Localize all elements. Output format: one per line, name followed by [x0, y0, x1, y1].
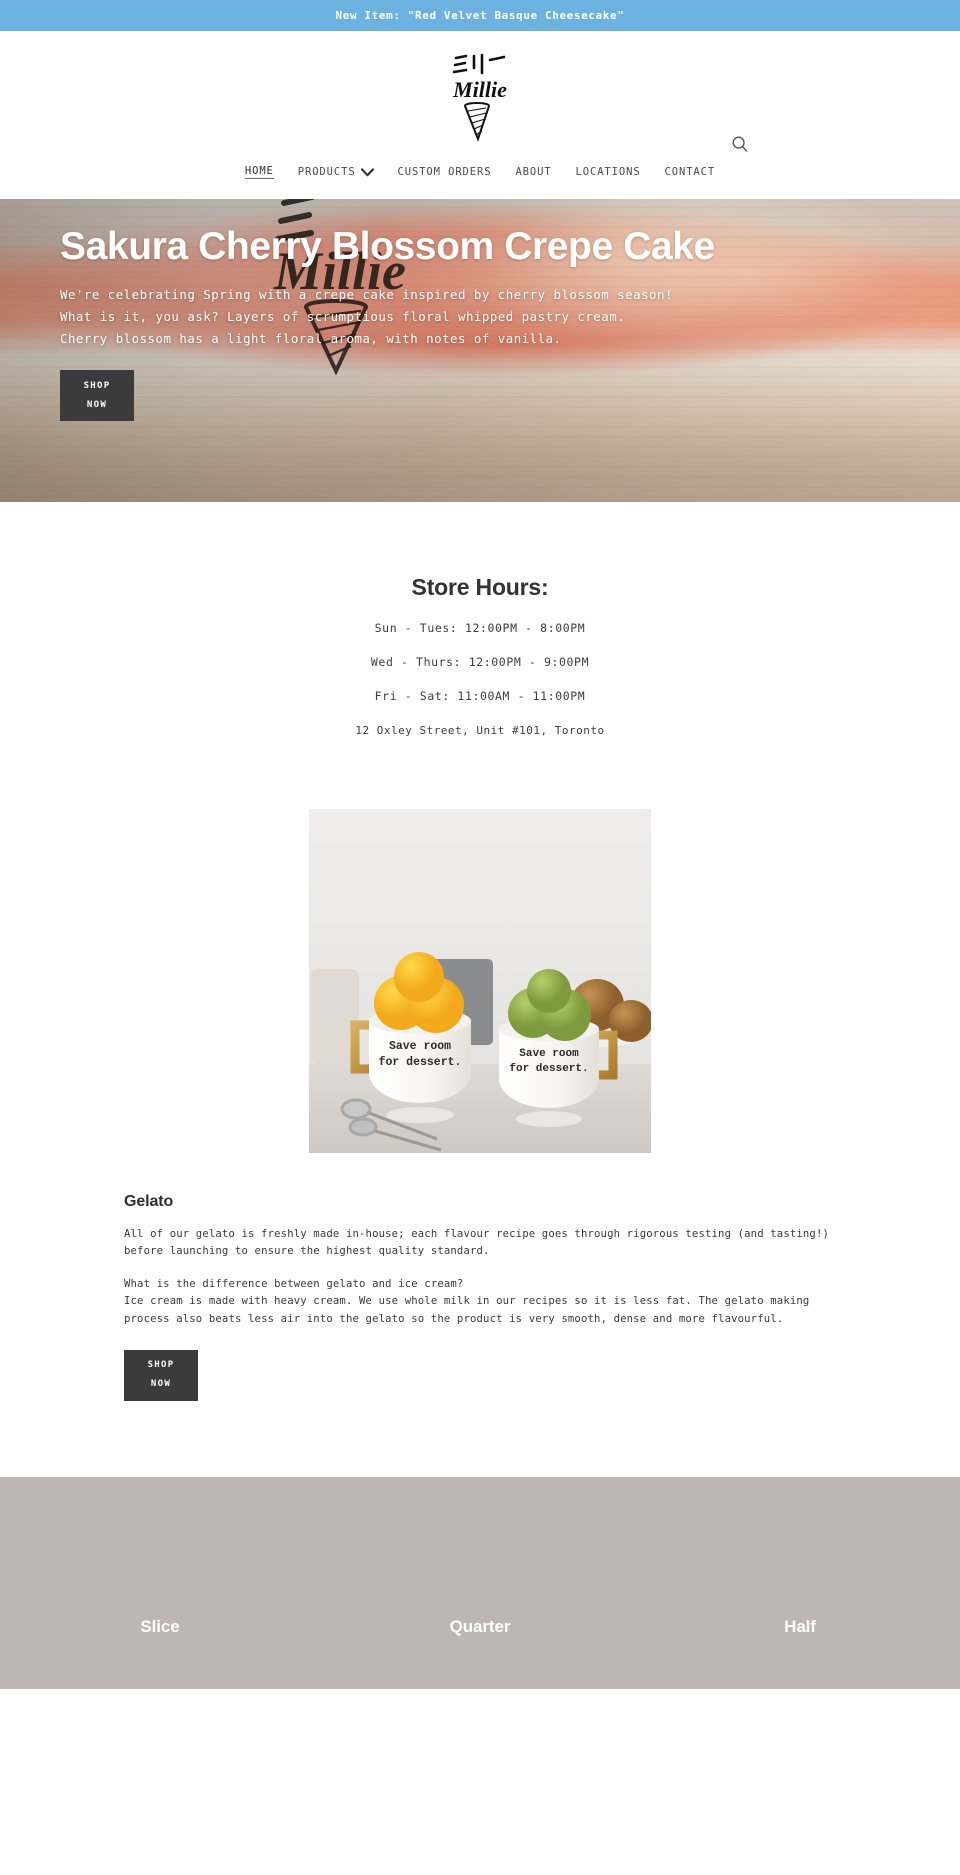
nav-label: CUSTOM ORDERS: [397, 166, 492, 178]
store-address: 12 Oxley Street, Unit #101, Toronto: [355, 724, 605, 737]
site-header: Millie HOME PRODUCTS CUSTOM ORDERS ABOUT…: [0, 31, 960, 199]
svg-text:Millie: Millie: [452, 77, 507, 102]
gelato-image: Save room for dessert. Save room for des…: [309, 809, 651, 1153]
svg-text:Save room: Save room: [389, 1040, 451, 1053]
size-column-slice[interactable]: Slice: [0, 1617, 320, 1689]
button-label-line2: NOW: [86, 399, 108, 410]
button-label-line1: SHOP: [83, 380, 111, 391]
size-label: Half: [784, 1616, 816, 1636]
store-hours-line: Sun - Tues: 12:00PM - 8:00PM: [374, 621, 586, 635]
nav-item-locations[interactable]: LOCATIONS: [576, 166, 641, 178]
svg-text:Save room: Save room: [519, 1048, 579, 1060]
nav-item-about[interactable]: ABOUT: [515, 166, 551, 178]
cake-sizes-section: Slice Quarter Half: [0, 1476, 960, 1689]
size-label: Slice: [140, 1616, 180, 1636]
hero-description-line: We're celebrating Spring with a crepe ca…: [60, 287, 673, 303]
svg-text:for dessert.: for dessert.: [509, 1063, 588, 1075]
gelato-shop-now-button[interactable]: SHOP NOW: [124, 1349, 198, 1401]
svg-text:for dessert.: for dessert.: [379, 1056, 462, 1069]
announcement-bar[interactable]: New Item: "Red Velvet Basque Cheesecake": [0, 0, 960, 31]
nav-label: LOCATIONS: [575, 166, 641, 178]
store-hours-line: Fri - Sat: 11:00AM - 11:00PM: [374, 689, 586, 703]
nav-item-custom-orders[interactable]: CUSTOM ORDERS: [398, 166, 492, 178]
button-label-line2: NOW: [150, 1379, 172, 1390]
nav-label: HOME: [244, 165, 274, 177]
gelato-question: What is the difference between gelato an…: [124, 1278, 464, 1291]
nav-item-products[interactable]: PRODUCTS: [298, 166, 374, 178]
gelato-photo-illustration: Save room for dessert. Save room for des…: [309, 809, 651, 1153]
chevron-down-icon: [360, 167, 374, 177]
store-hours-line: Wed - Thurs: 12:00PM - 9:00PM: [370, 655, 590, 669]
primary-navigation: HOME PRODUCTS CUSTOM ORDERS ABOUT LOCATI…: [0, 165, 960, 179]
hero-title: Sakura Cherry Blossom Crepe Cake: [60, 225, 715, 268]
millie-logo-icon: Millie: [449, 51, 511, 143]
search-icon[interactable]: [730, 134, 750, 154]
gelato-paragraph-2: Ice cream is made with heavy cream. We u…: [124, 1295, 810, 1325]
hero-description-line: Cherry blossom has a light floral aroma,…: [60, 331, 562, 347]
logo-link[interactable]: Millie: [0, 51, 960, 143]
nav-label: PRODUCTS: [297, 166, 356, 178]
nav-item-contact[interactable]: CONTACT: [665, 166, 716, 178]
size-column-half[interactable]: Half: [640, 1617, 960, 1689]
size-label: Quarter: [449, 1616, 511, 1636]
store-hours-section: Store Hours: Sun - Tues: 12:00PM - 8:00P…: [0, 502, 960, 737]
store-hours-title: Store Hours:: [411, 574, 549, 600]
hero-shop-now-button[interactable]: SHOP NOW: [60, 370, 134, 422]
hero-description: We're celebrating Spring with a crepe ca…: [60, 284, 760, 350]
hero-banner: Millie Sakura Cherry Blossom Crepe Cake …: [0, 199, 960, 502]
size-column-quarter[interactable]: Quarter: [320, 1617, 640, 1689]
hero-description-line: What is it, you ask? Layers of scrumptio…: [60, 309, 626, 325]
nav-label: ABOUT: [515, 166, 552, 178]
announcement-text: New Item: "Red Velvet Basque Cheesecake": [335, 9, 625, 22]
nav-item-home[interactable]: HOME: [244, 165, 274, 179]
nav-label: CONTACT: [664, 166, 716, 178]
gelato-heading: Gelato: [124, 1193, 174, 1210]
button-label-line1: SHOP: [147, 1360, 175, 1371]
gelato-section: Gelato All of our gelato is freshly made…: [0, 1153, 960, 1401]
gelato-paragraph-1: All of our gelato is freshly made in-hou…: [124, 1228, 830, 1258]
